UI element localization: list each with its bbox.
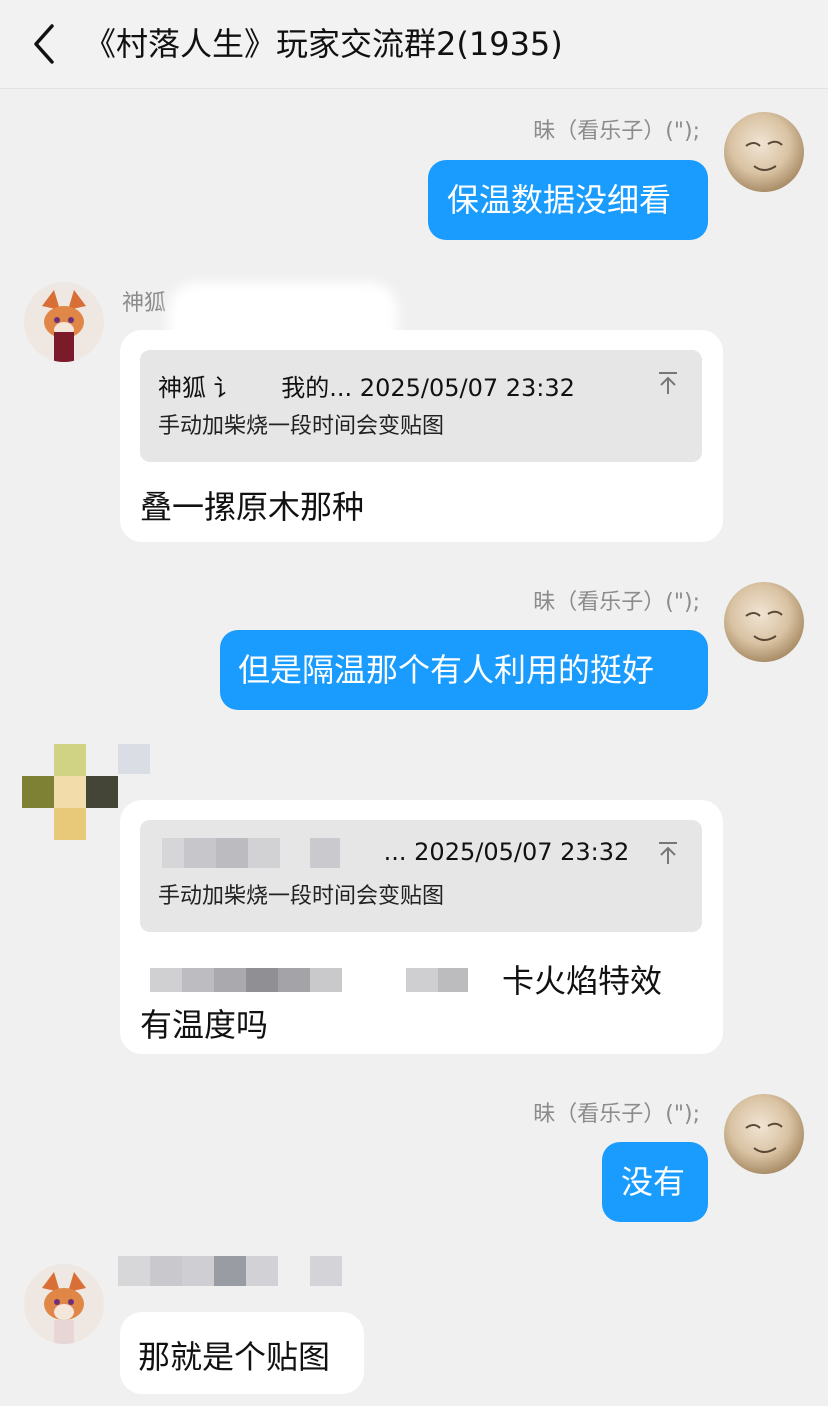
incoming-message[interactable]: ... 2025/05/07 23:32 手动加柴烧一段时间会变贴图 卡火焰特效… — [120, 800, 723, 1054]
arrow-to-top-icon[interactable] — [656, 840, 680, 866]
pixel-block — [54, 744, 86, 776]
pixel-block — [310, 838, 340, 868]
face-icon — [745, 610, 783, 641]
pixel-block — [150, 968, 182, 992]
outgoing-message[interactable]: 没有 — [602, 1142, 708, 1222]
pixel-block — [310, 1256, 342, 1286]
incoming-message[interactable]: 神狐 讠 我的... 2025/05/07 23:32 手动加柴烧一段时间会变贴… — [120, 330, 723, 542]
message-text: 有温度吗 — [140, 1006, 269, 1044]
pixel-block — [438, 968, 468, 992]
pixel-block — [278, 968, 310, 992]
incoming-message[interactable]: 那就是个贴图 — [120, 1312, 364, 1394]
fox-icon — [42, 290, 86, 362]
self-avatar[interactable] — [724, 1094, 804, 1174]
self-avatar[interactable] — [724, 582, 804, 662]
sender-name: 昧（看乐子）("); — [533, 119, 700, 144]
pixel-block — [216, 838, 248, 868]
outgoing-message[interactable]: 保温数据没细看 — [428, 160, 708, 240]
quote-meta: ... 2025/05/07 23:32 — [383, 838, 630, 866]
quote-author: 神狐 讠 — [158, 374, 238, 402]
pixel-block — [118, 1256, 150, 1286]
pixel-block — [214, 1256, 246, 1286]
pixel-block — [214, 968, 246, 992]
self-avatar[interactable] — [724, 112, 804, 192]
quote-header: 神狐 讠 我的... 2025/05/07 23:32 — [158, 368, 575, 403]
sender-name: 神狐 — [122, 291, 167, 316]
chevron-left-icon — [34, 24, 54, 64]
pixel-block — [310, 968, 342, 992]
chat-title[interactable]: 《村落人生》玩家交流群2(1935) — [84, 0, 563, 88]
quote-text: 手动加柴烧一段时间会变贴图 — [158, 884, 445, 909]
pixel-block — [22, 776, 54, 808]
chat-header: 《村落人生》玩家交流群2(1935) — [0, 0, 828, 89]
pixel-block — [54, 776, 86, 808]
message-text: 叠一摞原木那种 — [140, 488, 365, 526]
pixelated-avatar[interactable] — [22, 744, 118, 840]
pixel-block — [406, 968, 438, 992]
fox-icon — [42, 1272, 86, 1344]
back-button[interactable] — [22, 22, 66, 66]
pixel-block — [182, 968, 214, 992]
arrow-to-top-icon[interactable] — [656, 370, 680, 396]
pixel-block — [184, 838, 216, 868]
fox-avatar[interactable] — [24, 1264, 104, 1344]
pixel-block — [246, 1256, 278, 1286]
outgoing-message[interactable]: 但是隔温那个有人利用的挺好 — [220, 630, 708, 710]
pixel-block — [248, 838, 280, 868]
pixel-block — [54, 808, 86, 840]
face-icon — [745, 140, 783, 171]
quoted-reply[interactable]: 神狐 讠 我的... 2025/05/07 23:32 手动加柴烧一段时间会变贴… — [140, 350, 702, 462]
pixel-block — [150, 1256, 182, 1286]
quote-meta: 我的... 2025/05/07 23:32 — [281, 374, 575, 402]
quoted-reply[interactable]: ... 2025/05/07 23:32 手动加柴烧一段时间会变贴图 — [140, 820, 702, 932]
face-icon — [745, 1122, 783, 1153]
fox-avatar[interactable] — [24, 282, 104, 362]
message-text: 那就是个贴图 — [138, 1338, 331, 1376]
sender-name: 昧（看乐子）("); — [533, 1102, 700, 1127]
pixel-block — [86, 776, 118, 808]
message-text: 卡火焰特效 — [502, 962, 663, 1000]
quote-text: 手动加柴烧一段时间会变贴图 — [158, 414, 445, 439]
pixel-block — [182, 1256, 214, 1286]
pixel-block — [118, 744, 150, 774]
sender-name: 昧（看乐子）("); — [533, 590, 700, 615]
pixel-block — [246, 968, 278, 992]
